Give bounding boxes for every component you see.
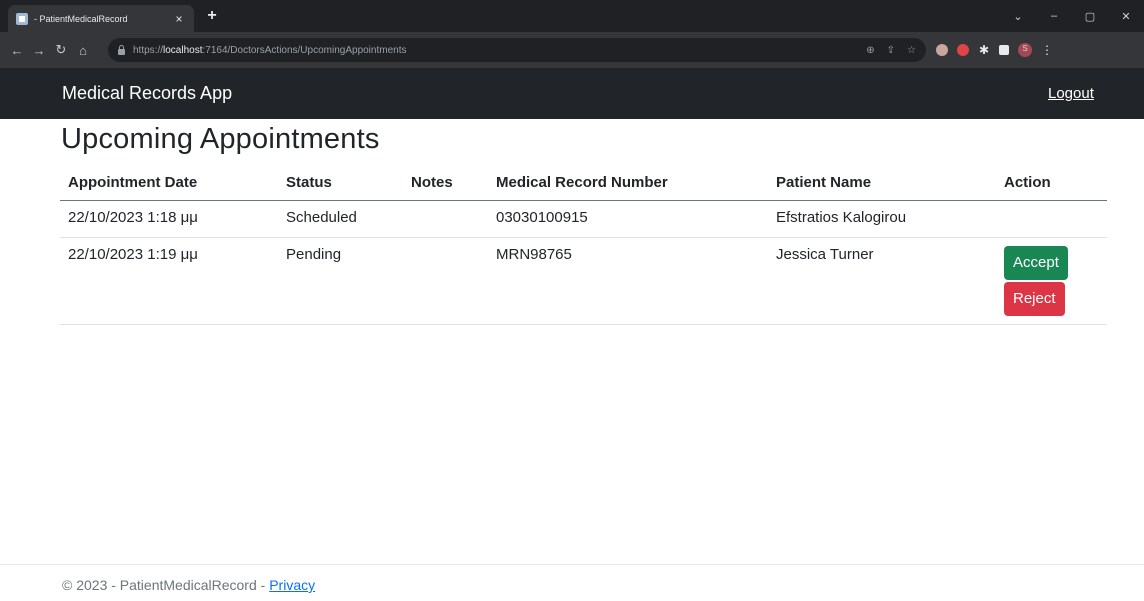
bookmark-star-icon[interactable]: ☆	[907, 45, 916, 56]
cell-status: Pending	[278, 237, 403, 325]
header-status: Status	[278, 166, 403, 201]
share-icon[interactable]: ⇪	[887, 45, 895, 56]
restore-icon[interactable]: ▢	[1072, 10, 1108, 23]
cell-action: Accept Reject	[996, 237, 1107, 325]
back-arrow-icon[interactable]: ←	[6, 43, 28, 58]
cell-action	[996, 200, 1107, 238]
browser-toolbar: ← → ↻ ⌂ https://localhost:7164/DoctorsAc…	[0, 32, 1144, 68]
table-row: 22/10/2023 1:18 μμ Scheduled 03030100915…	[60, 200, 1107, 238]
cell-status: Scheduled	[278, 200, 403, 238]
profile-avatar[interactable]: S	[1018, 43, 1032, 57]
cell-appointment-date: 22/10/2023 1:19 μμ	[60, 237, 278, 325]
footer: © 2023 - PatientMedicalRecord - Privacy	[0, 564, 1144, 601]
extension-icon[interactable]	[936, 44, 948, 56]
minimize-icon[interactable]: –	[1036, 10, 1072, 22]
browser-tab[interactable]: - PatientMedicalRecord ×	[8, 5, 194, 32]
tab-title: - PatientMedicalRecord	[34, 13, 128, 24]
cell-medical-record-number: MRN98765	[488, 237, 768, 325]
header-notes: Notes	[403, 166, 488, 201]
more-menu-icon[interactable]: ⋮	[1041, 43, 1053, 57]
logout-link[interactable]: Logout	[1048, 85, 1094, 102]
header-action: Action	[996, 166, 1107, 201]
new-tab-button[interactable]: +	[202, 7, 222, 25]
close-window-icon[interactable]: ✕	[1108, 10, 1144, 23]
page-title: Upcoming Appointments	[61, 123, 380, 155]
footer-text: © 2023 - PatientMedicalRecord - Privacy	[62, 577, 315, 593]
adblock-extension-icon[interactable]	[957, 44, 969, 56]
address-bar[interactable]: https://localhost:7164/DoctorsActions/Up…	[108, 38, 926, 62]
window-controls: ⌄ – ▢ ✕	[1000, 0, 1144, 32]
puzzle-icon[interactable]: ✱	[978, 44, 990, 56]
reload-icon[interactable]: ↻	[50, 42, 72, 58]
zoom-icon[interactable]: ⊕	[866, 45, 874, 56]
home-icon[interactable]: ⌂	[72, 43, 94, 58]
forward-arrow-icon[interactable]: →	[28, 43, 50, 58]
omnibox-actions: ⊕ ⇪ ☆	[866, 45, 916, 56]
table-row: 22/10/2023 1:19 μμ Pending MRN98765 Jess…	[60, 237, 1107, 325]
brand-link[interactable]: Medical Records App	[62, 83, 232, 104]
cell-patient-name: Jessica Turner	[768, 237, 996, 325]
app-navbar: Medical Records App Logout	[0, 68, 1144, 119]
cell-patient-name: Efstratios Kalogirou	[768, 200, 996, 238]
privacy-link[interactable]: Privacy	[269, 577, 315, 593]
cell-appointment-date: 22/10/2023 1:18 μμ	[60, 200, 278, 238]
reject-button[interactable]: Reject	[1004, 281, 1065, 316]
cell-medical-record-number: 03030100915	[488, 200, 768, 238]
cell-notes	[403, 200, 488, 238]
cell-notes	[403, 237, 488, 325]
table-header-row: Appointment Date Status Notes Medical Re…	[60, 166, 1107, 201]
accept-button[interactable]: Accept	[1004, 245, 1068, 280]
header-medical-record-number: Medical Record Number	[488, 166, 768, 201]
url-text[interactable]: https://localhost:7164/DoctorsActions/Up…	[133, 45, 406, 56]
document-icon	[16, 12, 28, 25]
header-appointment-date: Appointment Date	[60, 166, 278, 201]
extensions-area: ✱ S ⋮	[936, 32, 1053, 68]
lock-icon[interactable]	[118, 44, 125, 55]
appointments-table: Appointment Date Status Notes Medical Re…	[60, 166, 1107, 325]
copyright-text: © 2023 - PatientMedicalRecord -	[62, 577, 270, 593]
browser-tabstrip: - PatientMedicalRecord × + ⌄ – ▢ ✕	[0, 0, 1144, 32]
header-patient-name: Patient Name	[768, 166, 996, 201]
tab-search-icon[interactable]: ⌄	[1000, 10, 1036, 23]
sidepanel-icon[interactable]	[999, 45, 1009, 55]
close-tab-icon[interactable]: ×	[172, 12, 186, 26]
